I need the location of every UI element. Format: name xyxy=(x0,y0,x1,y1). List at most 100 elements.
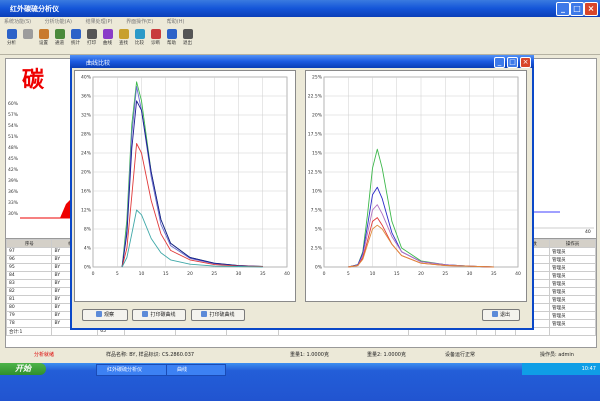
dialog-minimize-button[interactable]: _ xyxy=(494,57,505,68)
minimize-button[interactable]: _ xyxy=(556,2,570,16)
toolbar-label: 分析 xyxy=(7,41,16,46)
toolbar-label: 诊断 xyxy=(151,41,160,46)
table-cell: 95 xyxy=(5,263,53,272)
toolbar-button-1[interactable] xyxy=(20,29,35,40)
taskbar xyxy=(0,363,600,401)
dialog-close-button[interactable]: × xyxy=(520,57,531,68)
table-cell xyxy=(549,327,596,336)
status-weight2: 重量2: 1.0000克 xyxy=(367,352,406,358)
toolbar-button-0[interactable]: 分析 xyxy=(4,29,19,46)
chart0-y-tick-label: 40% xyxy=(81,75,92,81)
toolbar-button-5[interactable]: 打印 xyxy=(84,29,99,46)
main-title-bar[interactable]: 红外碳硫分析仪 _ □ × xyxy=(0,0,600,17)
background-y-tick: 60% xyxy=(8,102,19,107)
chart1-y-tick-label: 15% xyxy=(312,151,323,157)
chart1-y-tick-label: 25% xyxy=(312,75,323,81)
column-header[interactable]: 序号 xyxy=(5,239,53,248)
toolbar-button-4[interactable]: 统计 xyxy=(68,29,83,46)
dialog-title-bar[interactable]: 曲线比较 _ □ × xyxy=(70,55,534,68)
toolbar-button-3[interactable]: 通道 xyxy=(52,29,67,46)
maximize-button[interactable]: □ xyxy=(570,2,584,16)
background-curve xyxy=(20,200,70,219)
table-cell: 管理员 xyxy=(549,279,596,288)
table-cell: 78 xyxy=(5,319,53,328)
exit-icon xyxy=(491,311,498,317)
table-cell: 83 xyxy=(5,279,53,288)
chart1-x-tick-label: 25 xyxy=(442,271,448,277)
toolbar-button-10[interactable]: 帮助 xyxy=(164,29,179,46)
column-header[interactable]: 操作员 xyxy=(549,239,596,248)
compare-icon xyxy=(134,29,145,39)
print-carbon-button[interactable]: 打印碳曲线 xyxy=(132,309,186,321)
toolbar-button-7[interactable]: 查找 xyxy=(116,29,131,46)
chart1-x-tick-label: 5 xyxy=(347,271,350,277)
chart0-y-tick-label: 8% xyxy=(84,227,92,233)
table-cell: 合计:1 xyxy=(5,327,53,336)
chart0-x-tick-label: 15 xyxy=(163,271,169,277)
chart1-x-tick-label: 15 xyxy=(394,271,400,277)
analyze-button-label: 观察 xyxy=(103,312,114,318)
chart0-y-tick-label: 20% xyxy=(81,170,92,176)
toolbar-label: 通道 xyxy=(55,41,64,46)
print-sulfur-label: 打印硫曲线 xyxy=(209,312,235,318)
toolbar-label: 曲线 xyxy=(103,41,112,46)
diagnose-icon xyxy=(150,29,161,39)
toolbar-button-11[interactable]: 退出 xyxy=(180,29,195,46)
toolbar-button-8[interactable]: 比较 xyxy=(132,29,147,46)
analyze-icon xyxy=(6,29,17,39)
chart1-x-tick-label: 10 xyxy=(370,271,376,277)
toolbar-button-9[interactable]: 诊断 xyxy=(148,29,163,46)
print-carbon-label: 打印碳曲线 xyxy=(150,312,176,318)
status-device: 设备运行正常 xyxy=(445,352,476,358)
status-operator: 操作员: admin xyxy=(540,352,574,358)
chart1-y-tick-label: 5% xyxy=(315,227,323,233)
chart1-y-tick-label: 22.5% xyxy=(308,94,323,100)
toolbar-button-6[interactable]: 曲线 xyxy=(100,29,115,46)
taskbar-item-app[interactable]: 红外碳硫分析仪 xyxy=(96,364,174,376)
table-cell: 管理员 xyxy=(549,303,596,312)
sulfur-chart-panel: 0% 2.5% 5% 7.5% 10% 12.5% 15% 17.5% 20% 22.5% 25% 0… xyxy=(305,70,527,302)
menu-view[interactable]: 界面操作(E) xyxy=(126,19,153,25)
chart0-x-tick-label: 30 xyxy=(236,271,242,277)
dialog-maximize-button[interactable]: □ xyxy=(507,57,518,68)
toolbar-label: 设置 xyxy=(39,41,48,46)
menu-help[interactable]: 帮助(H) xyxy=(167,19,185,25)
chart0-x-tick-label: 35 xyxy=(260,271,266,277)
analyze-button[interactable]: 观察 xyxy=(82,309,128,321)
table-cell: 97 xyxy=(5,247,53,256)
chart1-y-tick-label: 10% xyxy=(312,189,323,195)
element-label: 碳 xyxy=(22,67,45,93)
exit-button[interactable]: 退出 xyxy=(482,309,520,321)
exit-icon xyxy=(182,29,193,39)
clock: 10:47 xyxy=(581,366,596,372)
menu-results[interactable]: 结果处理(P) xyxy=(86,19,113,25)
table-cell: 79 xyxy=(5,311,53,320)
background-y-tick: 42% xyxy=(8,168,19,173)
menu-bar: 系统功能(S) 分析功能(A) 结果处理(P) 界面操作(E) 帮助(H) xyxy=(0,17,600,27)
background-right-axis xyxy=(530,211,594,229)
chart0-y-tick-label: 28% xyxy=(81,132,92,138)
background-y-tick: 57% xyxy=(8,113,19,118)
background-y-tick: 30% xyxy=(8,212,19,217)
chart1-x-tick-label: 0 xyxy=(323,271,326,277)
chart1-y-tick-label: 20% xyxy=(312,113,323,119)
carbon-chart-panel: 0% 4% 8% 12% 16% 20% 24% 28% 32% 36% 40% 0 5 10 15 20 25… xyxy=(74,70,296,302)
table-cell: 80 xyxy=(5,303,53,312)
table-cell: 84 xyxy=(5,271,53,280)
status-weight1: 重量1: 1.0000克 xyxy=(290,352,329,358)
close-button[interactable]: × xyxy=(584,2,598,16)
background-y-tick: 48% xyxy=(8,146,19,151)
toolbar-button-2[interactable]: 设置 xyxy=(36,29,51,46)
menu-system[interactable]: 系统功能(S) xyxy=(4,19,31,25)
print-sulfur-button[interactable]: 打印硫曲线 xyxy=(191,309,245,321)
start-button[interactable]: 开始 xyxy=(0,363,46,375)
status-state: 分析就绪 xyxy=(34,352,55,358)
menu-analysis[interactable]: 分析功能(A) xyxy=(45,19,72,25)
chart1-y-tick-label: 0% xyxy=(315,265,323,271)
chart0-x-tick-label: 25 xyxy=(211,271,217,277)
chart0-y-tick-label: 4% xyxy=(84,246,92,252)
chart0-x-tick-label: 40 xyxy=(284,271,290,277)
statistics-icon xyxy=(70,29,81,39)
background-y-tick: 54% xyxy=(8,124,19,129)
taskbar-item-curve[interactable]: 曲线 xyxy=(166,364,226,376)
